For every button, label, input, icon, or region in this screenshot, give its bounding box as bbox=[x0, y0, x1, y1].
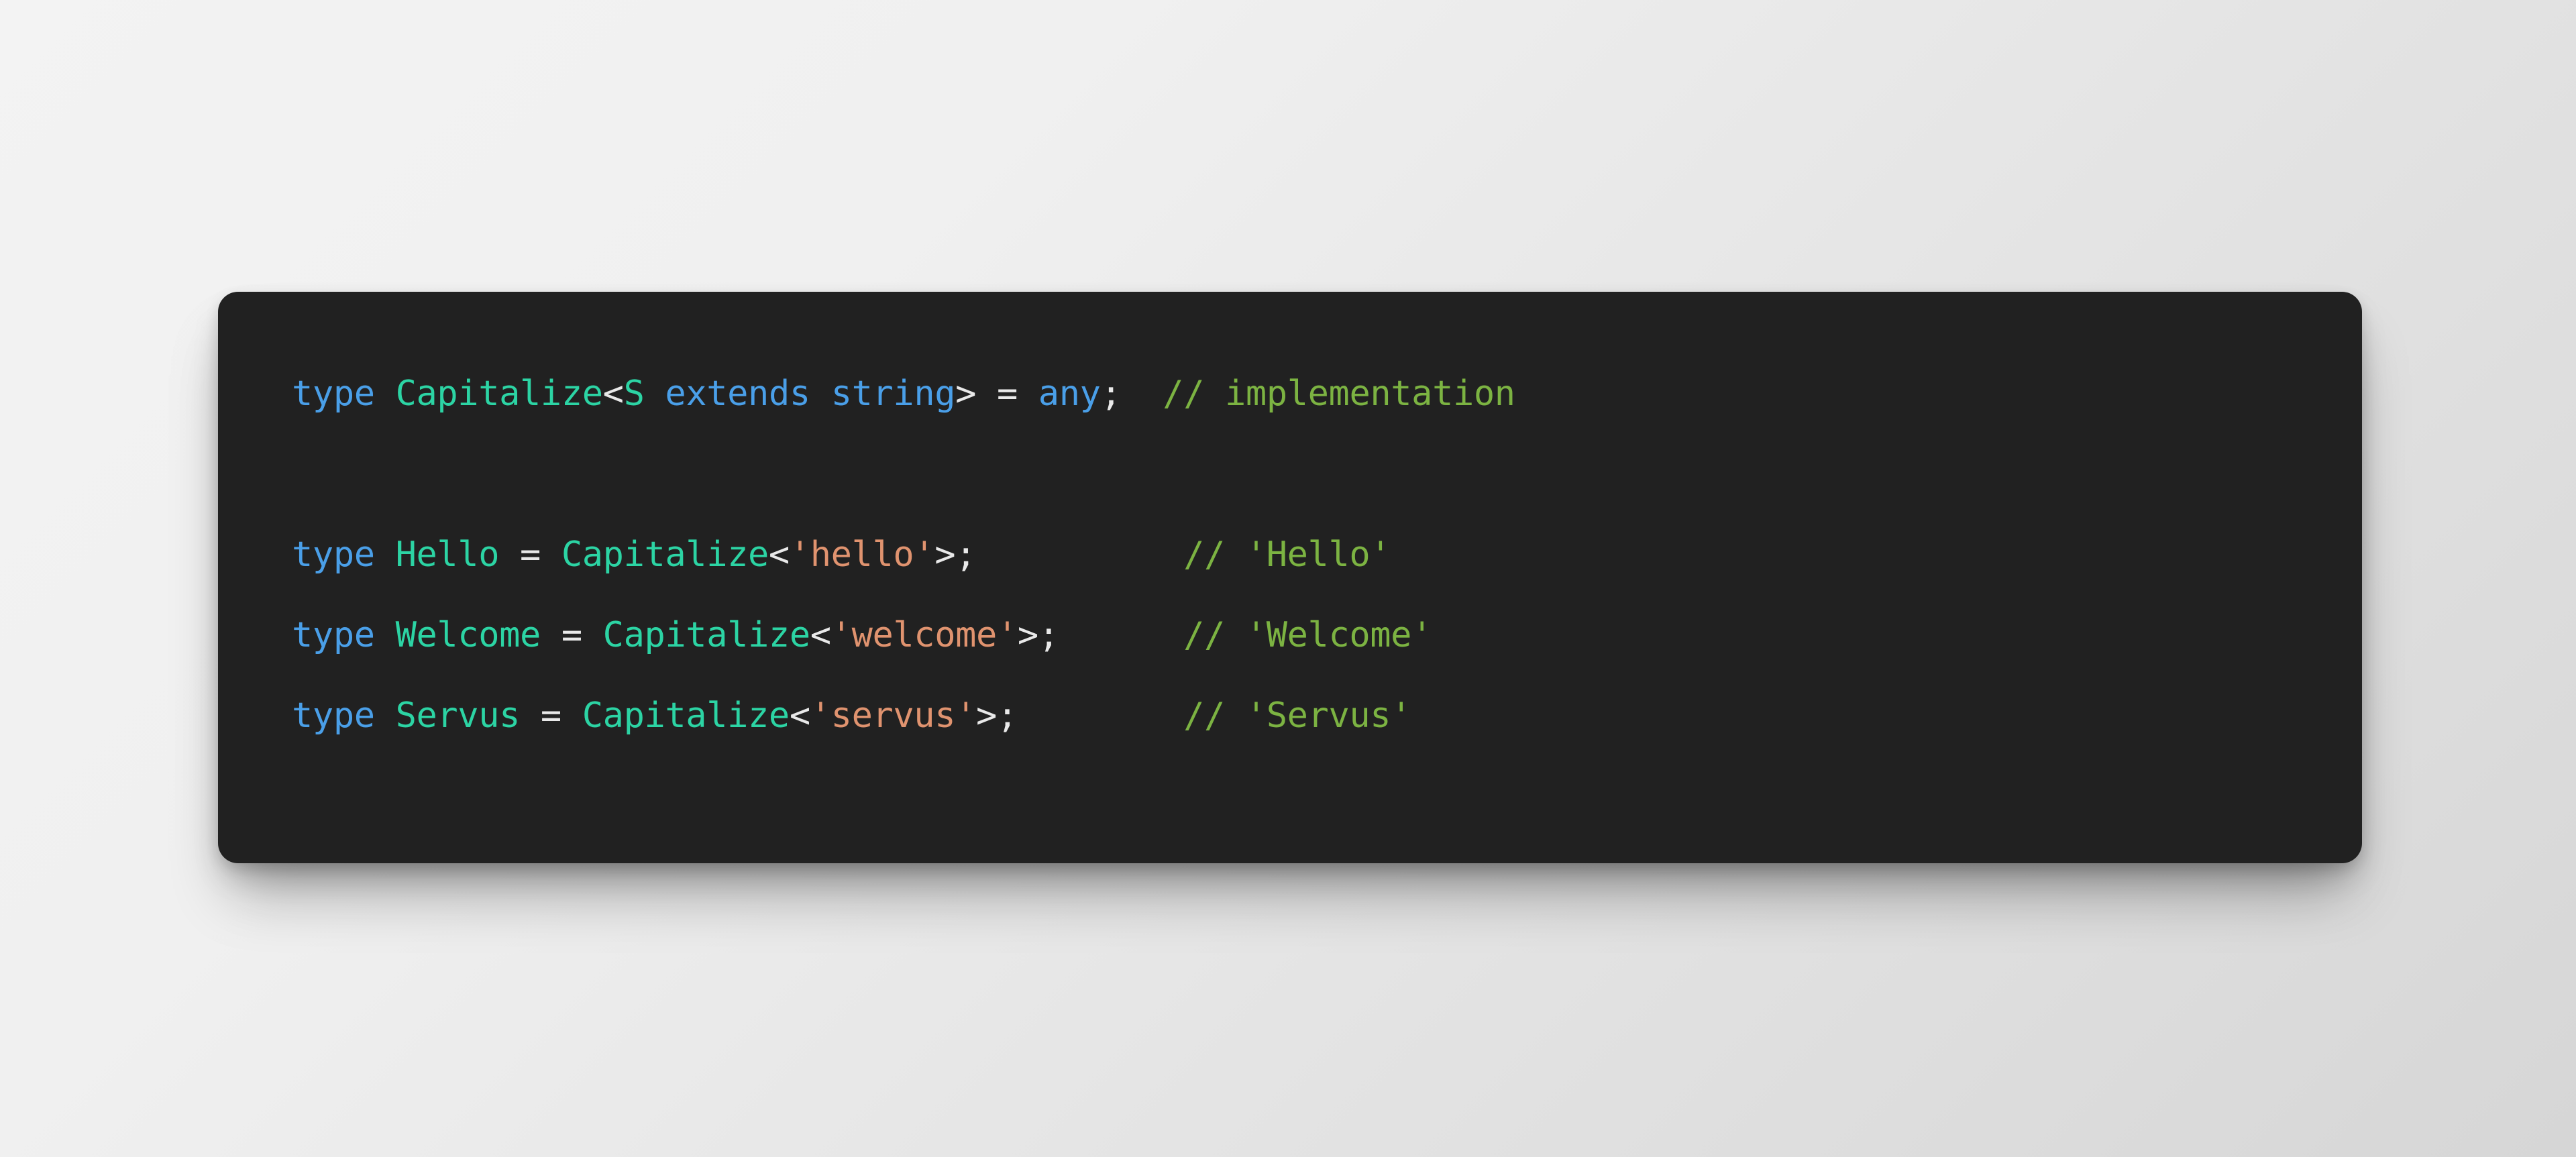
code-token-punc bbox=[644, 374, 665, 414]
code-token-kw: extends bbox=[665, 374, 810, 414]
code-token-str: 'hello' bbox=[789, 535, 935, 575]
code-token-punc: < bbox=[768, 535, 790, 575]
code-token-str: 'servus' bbox=[810, 696, 977, 736]
code-token-kw: any bbox=[1038, 374, 1101, 414]
code-token-punc: >; bbox=[934, 535, 977, 575]
code-token-kw: string bbox=[830, 374, 956, 414]
code-token-punc bbox=[375, 374, 396, 414]
code-token-type: Capitalize bbox=[602, 615, 810, 655]
code-token-punc bbox=[1059, 615, 1183, 655]
code-line: type Servus = Capitalize<'servus'>; // '… bbox=[292, 675, 2362, 756]
code-token-kw: type bbox=[292, 696, 375, 736]
code-token-str: 'welcome' bbox=[830, 615, 1018, 655]
code-token-type: Capitalize bbox=[395, 374, 603, 414]
code-line: type Capitalize<S extends string> = any;… bbox=[292, 353, 2362, 434]
code-token-punc: < bbox=[789, 696, 810, 736]
code-token-type: S bbox=[623, 374, 645, 414]
code-line: type Hello = Capitalize<'hello'>; // 'He… bbox=[292, 514, 2362, 595]
code-token-type: Capitalize bbox=[561, 535, 769, 575]
code-token-cmt: // implementation bbox=[1163, 374, 1515, 414]
code-token-kw: type bbox=[292, 535, 375, 575]
screenshot-stage: type Capitalize<S extends string> = any;… bbox=[0, 0, 2576, 1157]
code-token-kw: type bbox=[292, 374, 375, 414]
code-token-punc: >; bbox=[1017, 615, 1059, 655]
code-token-punc: > bbox=[955, 374, 977, 414]
code-token-punc: = bbox=[540, 615, 603, 655]
code-line: type Welcome = Capitalize<'welcome'>; //… bbox=[292, 595, 2362, 675]
code-token-type: Servus bbox=[395, 696, 521, 736]
code-token-cmt: // 'Servus' bbox=[1183, 696, 1412, 736]
code-token-punc: = bbox=[520, 696, 582, 736]
code-token-type: Capitalize bbox=[582, 696, 790, 736]
code-token-type: Welcome bbox=[395, 615, 541, 655]
code-token-punc: >; bbox=[976, 696, 1018, 736]
code-token-punc: ; bbox=[1100, 374, 1122, 414]
code-token-punc bbox=[976, 535, 1183, 575]
code-token-punc bbox=[810, 374, 831, 414]
code-token-cmt: // 'Hello' bbox=[1183, 535, 1391, 575]
code-token-punc bbox=[375, 535, 396, 575]
code-token-punc bbox=[375, 696, 396, 736]
code-token-punc: < bbox=[602, 374, 624, 414]
code-token-punc: < bbox=[810, 615, 831, 655]
code-token-kw: type bbox=[292, 615, 375, 655]
code-snippet-card: type Capitalize<S extends string> = any;… bbox=[218, 292, 2362, 863]
code-token-type: Hello bbox=[395, 535, 500, 575]
code-token-punc bbox=[1018, 696, 1183, 736]
code-token-cmt: // 'Welcome' bbox=[1183, 615, 1432, 655]
code-token-punc bbox=[1121, 374, 1163, 414]
code-block[interactable]: type Capitalize<S extends string> = any;… bbox=[292, 353, 2362, 756]
code-token-punc: = bbox=[976, 374, 1038, 414]
code-token-punc bbox=[375, 615, 396, 655]
code-token-punc: = bbox=[499, 535, 561, 575]
